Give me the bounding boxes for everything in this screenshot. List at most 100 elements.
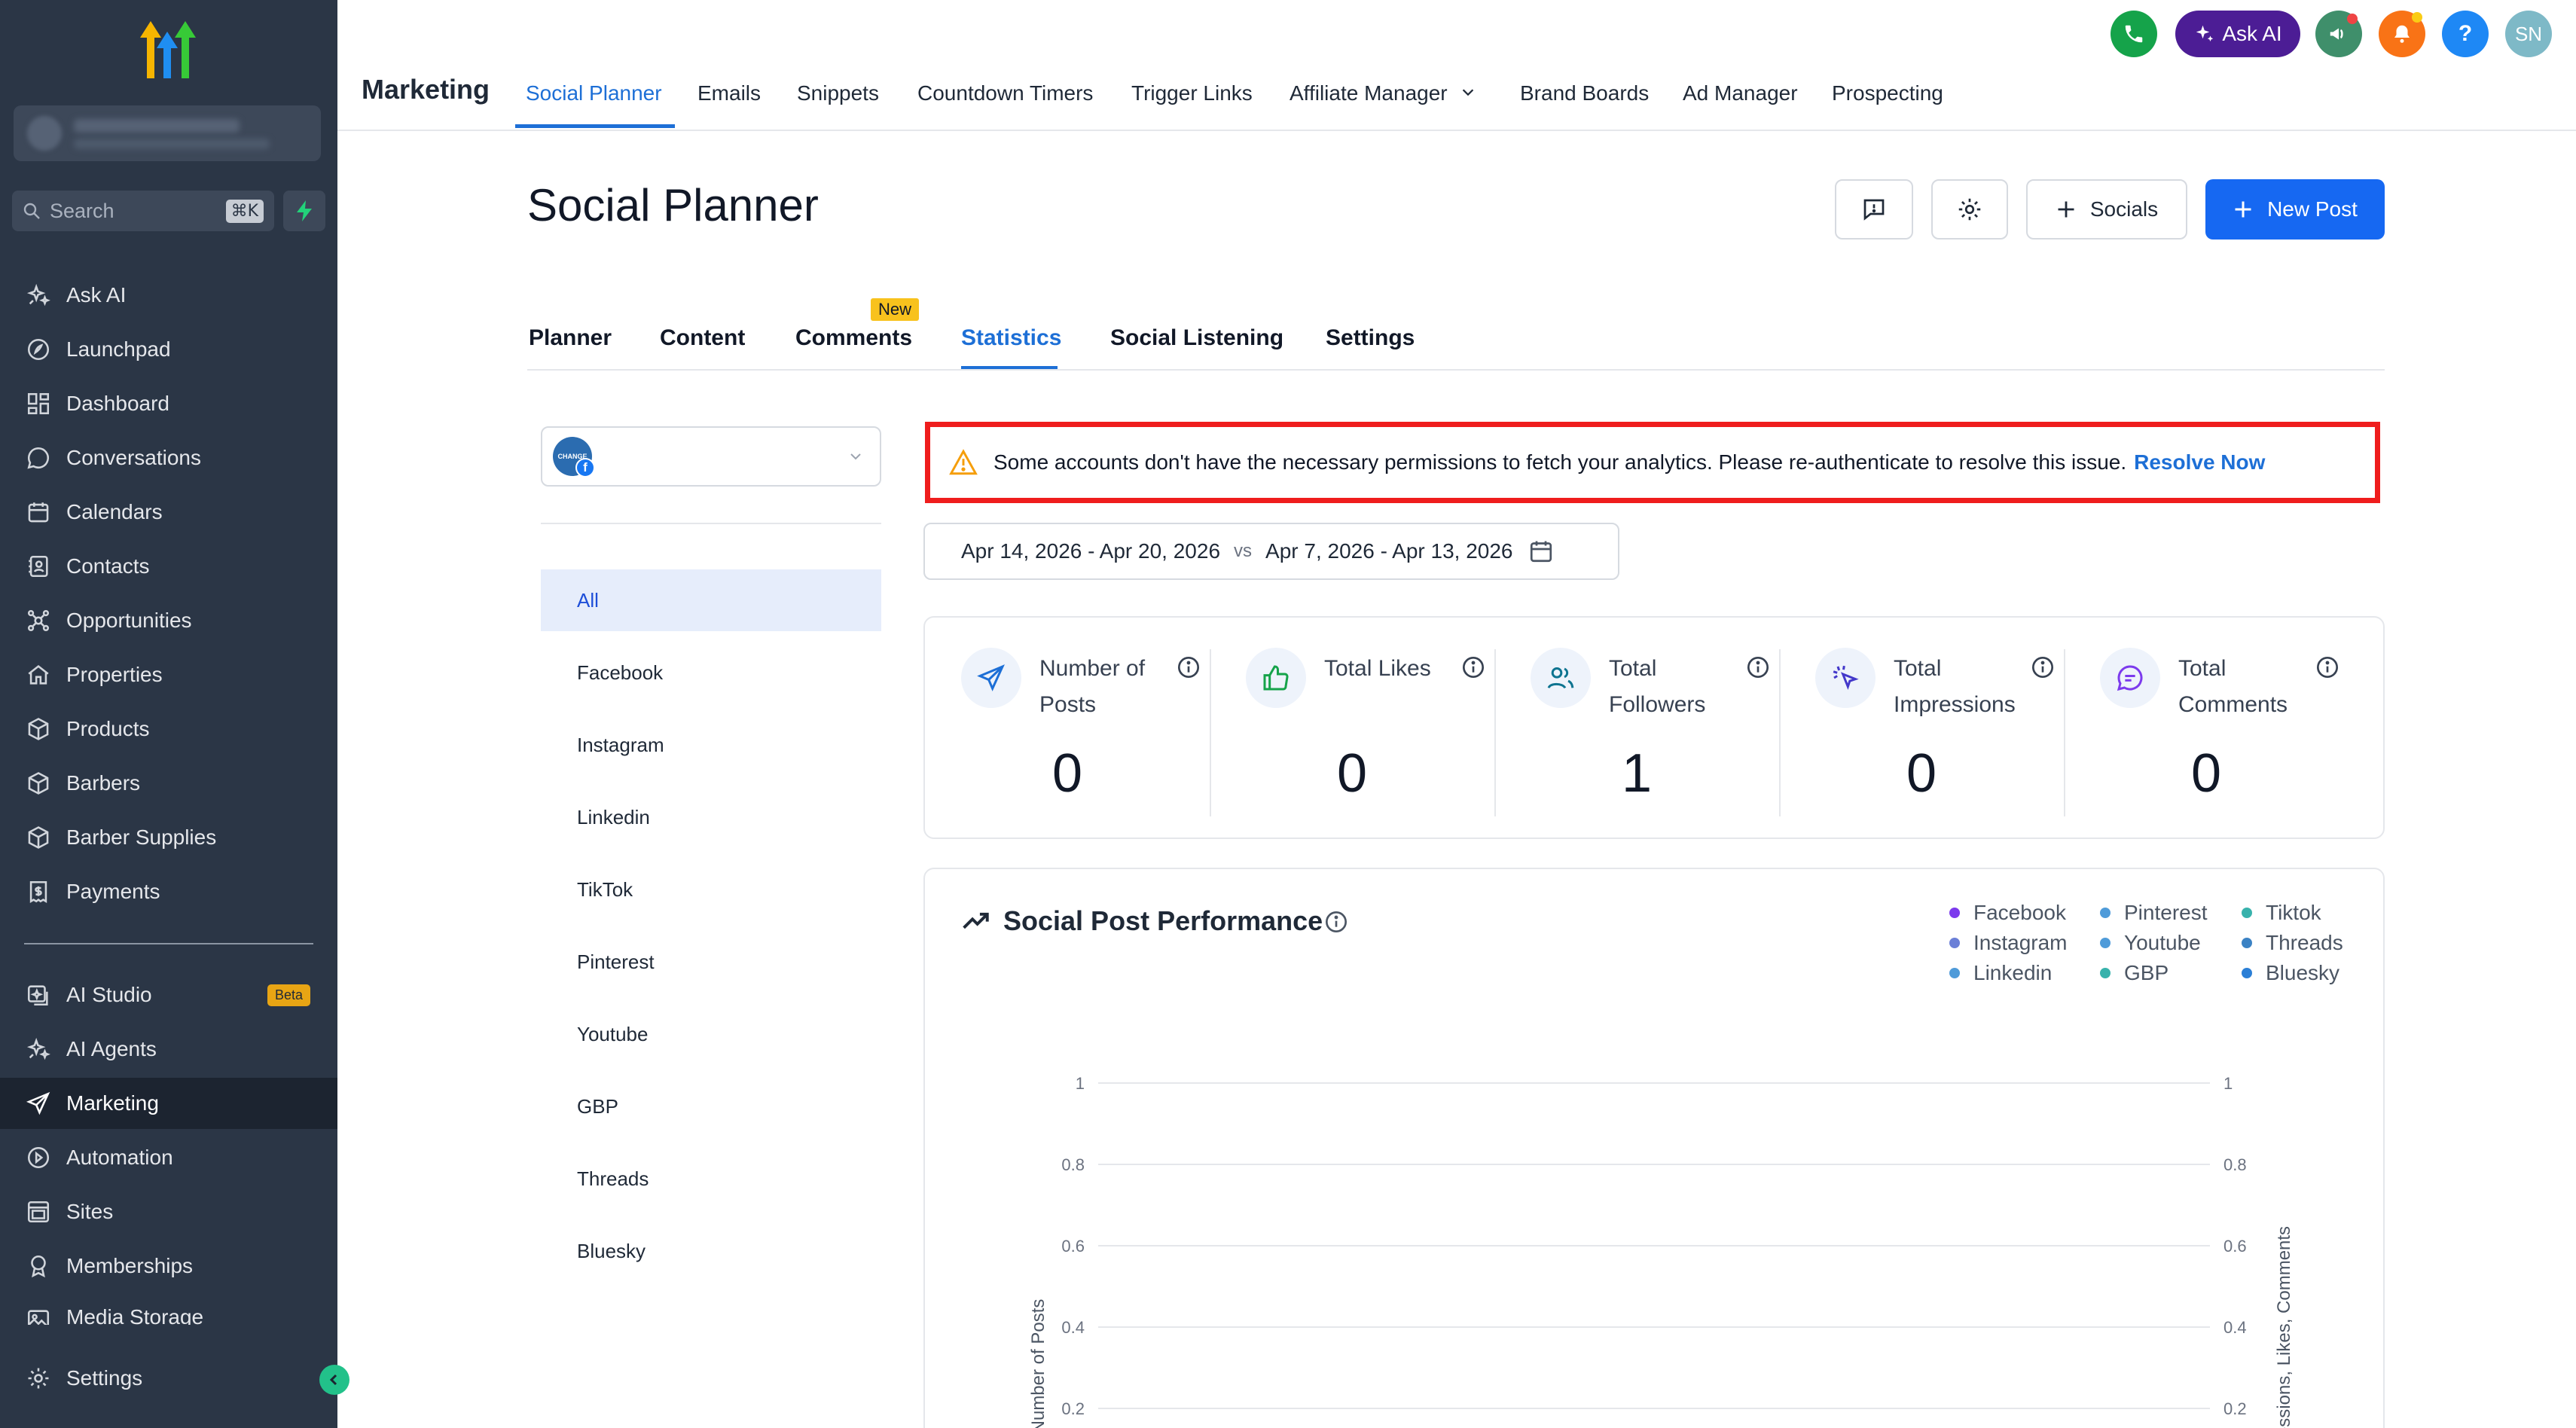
y2-tick-label: 1 xyxy=(2223,1074,2233,1093)
sidebar-item-label: Calendars xyxy=(66,500,163,523)
y-tick-label: 0.2 xyxy=(1061,1399,1085,1418)
platform-filter-facebook[interactable]: Facebook xyxy=(541,642,881,703)
stat-divider xyxy=(2064,649,2065,816)
opportunities-icon xyxy=(24,606,53,635)
platform-filter-pinterest[interactable]: Pinterest xyxy=(541,931,881,993)
top-tab-social-planner[interactable]: Social Planner xyxy=(526,81,662,105)
tab-settings[interactable]: Settings xyxy=(1326,325,1415,351)
sidebar-item-ai-agents[interactable]: AI Agents xyxy=(0,1024,337,1075)
tab-content[interactable]: Content xyxy=(660,325,745,351)
sidebar-item-launchpad[interactable]: Launchpad xyxy=(0,324,337,375)
user-avatar[interactable]: SN xyxy=(2505,11,2552,57)
date-range-picker[interactable]: Apr 14, 2026 - Apr 20, 2026 vs Apr 7, 20… xyxy=(923,523,1619,580)
platform-filter-tiktok[interactable]: TikTok xyxy=(541,859,881,920)
platform-filter-gbp[interactable]: GBP xyxy=(541,1076,881,1137)
sidebar-item-products[interactable]: Products xyxy=(0,703,337,755)
new-post-label: New Post xyxy=(2267,197,2358,221)
sidebar-item-sites[interactable]: Sites xyxy=(0,1186,337,1237)
phone-button[interactable] xyxy=(2111,11,2157,57)
top-tab-countdown-timers[interactable]: Countdown Timers xyxy=(917,81,1093,105)
sidebar-item-calendars[interactable]: Calendars xyxy=(0,487,337,538)
comment-icon xyxy=(2100,648,2160,708)
sidebar-item-opportunities[interactable]: Opportunities xyxy=(0,595,337,646)
sidebar-item-label: AI Agents xyxy=(66,1037,157,1060)
sparkle-icon xyxy=(2193,23,2216,45)
beta-badge: Beta xyxy=(267,984,310,1006)
settings-button[interactable] xyxy=(1931,179,2008,240)
info-icon[interactable] xyxy=(1746,655,1770,683)
stat-total-likes: Total Likes 0 xyxy=(1210,618,1494,841)
chevron-down-icon xyxy=(847,447,865,469)
platform-filter-linkedin[interactable]: Linkedin xyxy=(541,786,881,848)
stat-divider xyxy=(1779,649,1781,816)
sidebar-item-label: Products xyxy=(66,717,150,740)
notification-dot xyxy=(2347,14,2358,24)
sidebar-item-ask-ai[interactable]: Ask AI xyxy=(0,270,337,321)
contacts-icon xyxy=(24,552,53,581)
top-tab-brand-boards[interactable]: Brand Boards xyxy=(1520,81,1649,105)
tab-planner[interactable]: Planner xyxy=(529,325,612,351)
info-icon[interactable] xyxy=(1461,655,1485,683)
y-tick-label: 0.4 xyxy=(1061,1318,1085,1337)
sidebar-item-payments[interactable]: Payments xyxy=(0,866,337,917)
plus-icon xyxy=(2233,199,2254,220)
sidebar-item-dashboard[interactable]: Dashboard xyxy=(0,378,337,429)
top-tab-trigger-links[interactable]: Trigger Links xyxy=(1131,81,1253,105)
tab-social-listening[interactable]: Social Listening xyxy=(1110,325,1283,351)
sidebar-item-label: Marketing xyxy=(66,1091,159,1115)
top-tab-affiliate-manager[interactable]: Affiliate Manager xyxy=(1290,81,1476,105)
platform-filter-threads[interactable]: Threads xyxy=(541,1148,881,1210)
ask-ai-button[interactable]: Ask AI xyxy=(2175,11,2300,57)
top-bar: Marketing Social Planner Emails Snippets Co… xyxy=(337,0,2576,131)
top-tab-snippets[interactable]: Snippets xyxy=(797,81,879,105)
sidebar-item-conversations[interactable]: Conversations xyxy=(0,432,337,484)
sidebar-search[interactable]: Search ⌘K xyxy=(12,191,274,231)
account-select[interactable]: CHANGE f xyxy=(541,426,881,487)
sidebar-item-properties[interactable]: Properties xyxy=(0,649,337,700)
quick-actions-button[interactable] xyxy=(283,191,325,231)
stat-value: 0 xyxy=(1906,743,1937,804)
tab-statistics[interactable]: Statistics xyxy=(961,325,1061,351)
sidebar-item-ai-studio[interactable]: AI Studio Beta xyxy=(0,969,337,1021)
sidebar-collapse-button[interactable] xyxy=(319,1365,349,1395)
info-icon[interactable] xyxy=(2315,655,2339,683)
gear-icon xyxy=(24,1364,53,1393)
stat-value: 0 xyxy=(1051,743,1083,804)
platform-filter-bluesky[interactable]: Bluesky xyxy=(541,1220,881,1282)
section-title: Marketing xyxy=(362,74,490,105)
notifications-button[interactable] xyxy=(2379,11,2425,57)
announcements-button[interactable] xyxy=(2315,11,2362,57)
top-tab-emails[interactable]: Emails xyxy=(697,81,761,105)
new-post-button[interactable]: New Post xyxy=(2205,179,2385,240)
top-tab-ad-manager[interactable]: Ad Manager xyxy=(1683,81,1798,105)
sidebar-item-barbers[interactable]: Barbers xyxy=(0,758,337,809)
platform-filter-all[interactable]: All xyxy=(541,569,881,631)
sidebar-item-settings[interactable]: Settings xyxy=(0,1353,337,1404)
chevron-left-icon xyxy=(328,1373,341,1387)
platform-filter-youtube[interactable]: Youtube xyxy=(541,1003,881,1065)
sidebar-item-marketing[interactable]: Marketing xyxy=(0,1078,337,1129)
image-icon xyxy=(24,1305,53,1325)
account-switcher[interactable] xyxy=(14,105,321,161)
help-button[interactable]: ? xyxy=(2442,11,2489,57)
sidebar-item-memberships[interactable]: Memberships xyxy=(0,1240,337,1292)
feedback-button[interactable] xyxy=(1835,179,1913,240)
sidebar-item-label: Opportunities xyxy=(66,609,192,632)
app-logo[interactable] xyxy=(130,15,206,83)
sidebar-item-automation[interactable]: Automation xyxy=(0,1132,337,1183)
sidebar-item-contacts[interactable]: Contacts xyxy=(0,541,337,592)
sidebar-item-media-storage[interactable]: Media Storage xyxy=(0,1295,337,1325)
warning-text: Some accounts don't have the necessary p… xyxy=(993,450,2127,474)
platform-filter-instagram[interactable]: Instagram xyxy=(541,714,881,776)
tab-comments[interactable]: Comments xyxy=(795,325,912,351)
sidebar-item-barber-supplies[interactable]: Barber Supplies xyxy=(0,812,337,863)
info-icon[interactable] xyxy=(1177,655,1201,683)
add-socials-button[interactable]: Socials xyxy=(2026,179,2187,240)
help-icon: ? xyxy=(2458,21,2473,46)
sidebar-item-label: Barbers xyxy=(66,771,141,795)
info-icon[interactable] xyxy=(2031,655,2055,683)
top-tab-prospecting[interactable]: Prospecting xyxy=(1832,81,1943,105)
stat-total-impressions: Total Impressions 0 xyxy=(1779,618,2064,841)
resolve-now-link[interactable]: Resolve Now xyxy=(2134,450,2265,474)
sidebar-item-label: Properties xyxy=(66,663,163,686)
